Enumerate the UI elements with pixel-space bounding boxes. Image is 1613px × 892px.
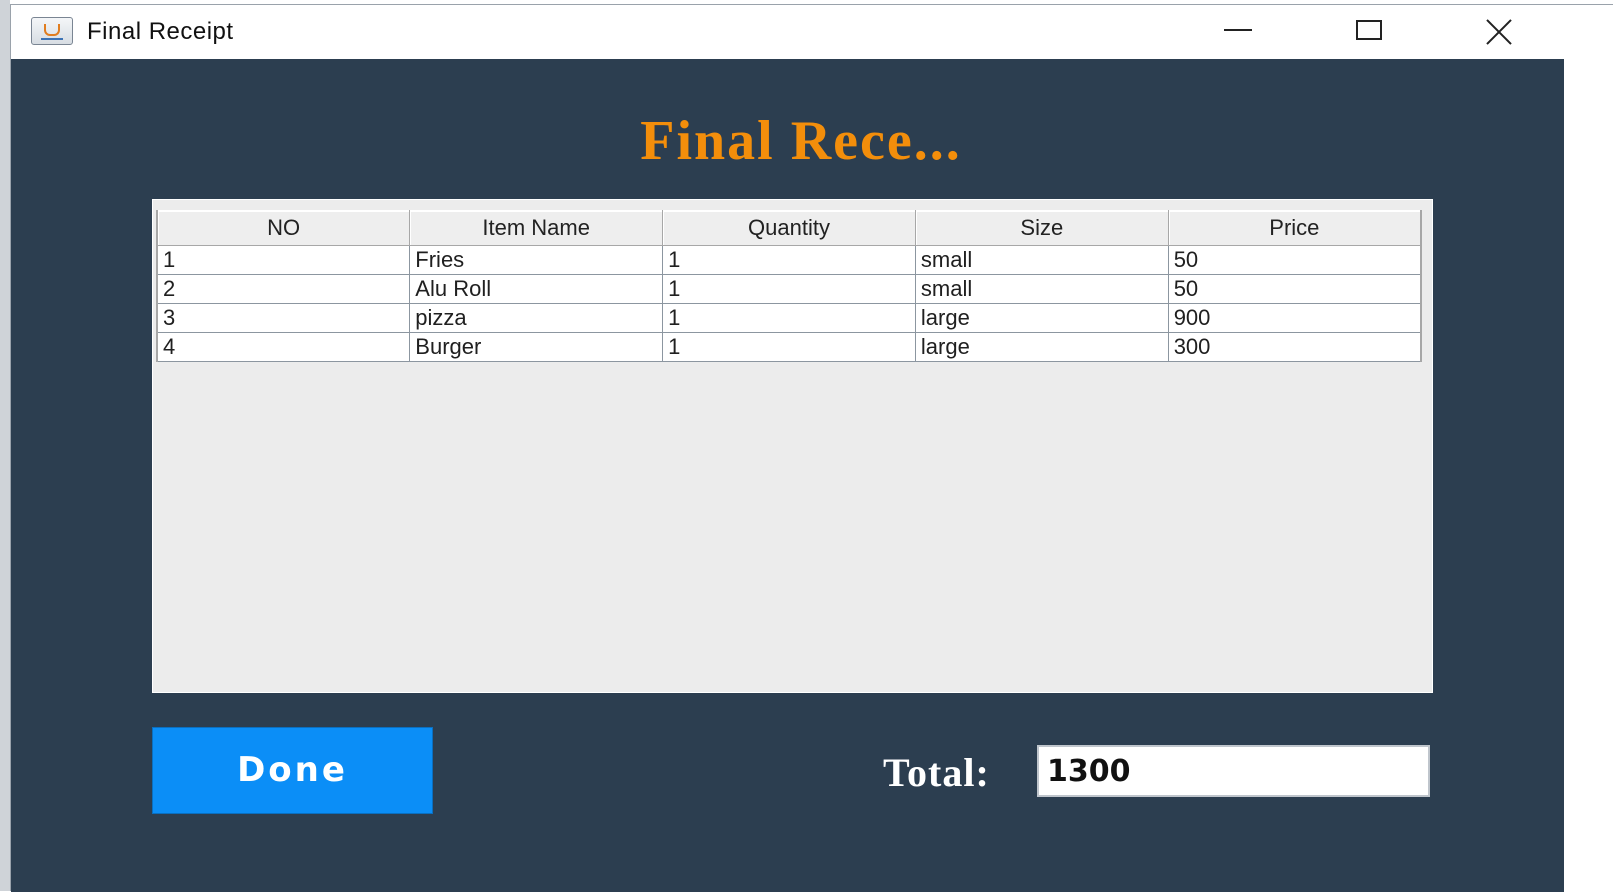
cell-price[interactable]: 900 xyxy=(1167,303,1422,333)
done-button[interactable]: Done xyxy=(152,727,433,814)
column-header-no[interactable]: NO xyxy=(156,210,411,246)
cell-size[interactable]: large xyxy=(914,332,1169,362)
close-icon xyxy=(1484,17,1514,47)
table-row[interactable]: 3 pizza 1 large 900 xyxy=(156,303,1422,333)
cell-quantity[interactable]: 1 xyxy=(662,245,916,275)
table-row[interactable]: 2 Alu Roll 1 small 50 xyxy=(156,274,1422,304)
cell-no[interactable]: 3 xyxy=(156,303,411,333)
cell-item-name[interactable]: Burger xyxy=(409,332,664,362)
maximize-icon xyxy=(1356,20,1382,40)
table-header-row: NO Item Name Quantity Size Price xyxy=(156,210,1422,246)
close-button[interactable] xyxy=(1434,5,1564,59)
table-row[interactable]: 4 Burger 1 large 300 xyxy=(156,332,1422,362)
minimize-icon xyxy=(1224,29,1252,31)
final-receipt-window: Final Receipt Final Rece... NO Item Name… xyxy=(10,4,1613,892)
total-label: Total: xyxy=(883,750,990,795)
receipt-heading: Final Rece... xyxy=(640,110,962,172)
cell-size[interactable]: small xyxy=(914,274,1169,304)
title-bar[interactable]: Final Receipt xyxy=(11,5,1613,59)
java-cup-icon[interactable] xyxy=(31,17,73,45)
cell-price[interactable]: 50 xyxy=(1167,274,1422,304)
cell-no[interactable]: 4 xyxy=(156,332,411,362)
cell-no[interactable]: 1 xyxy=(156,245,411,275)
cell-size[interactable]: small xyxy=(914,245,1169,275)
column-header-quantity[interactable]: Quantity xyxy=(662,210,916,246)
total-field[interactable] xyxy=(1037,745,1430,797)
column-header-size[interactable]: Size xyxy=(914,210,1169,246)
cell-item-name[interactable]: Fries xyxy=(409,245,664,275)
receipt-table-scroll-pane[interactable]: NO Item Name Quantity Size Price 1 Fries… xyxy=(152,199,1433,693)
cell-quantity[interactable]: 1 xyxy=(662,303,916,333)
cell-item-name[interactable]: pizza xyxy=(409,303,664,333)
cell-quantity[interactable]: 1 xyxy=(662,332,916,362)
column-header-item-name[interactable]: Item Name xyxy=(409,210,664,246)
column-header-price[interactable]: Price xyxy=(1167,210,1422,246)
cell-price[interactable]: 50 xyxy=(1167,245,1422,275)
window-title: Final Receipt xyxy=(87,18,234,45)
cell-price[interactable]: 300 xyxy=(1167,332,1422,362)
minimize-button[interactable] xyxy=(1174,5,1304,59)
cell-no[interactable]: 2 xyxy=(156,274,411,304)
table-row[interactable]: 1 Fries 1 small 50 xyxy=(156,245,1422,275)
cell-quantity[interactable]: 1 xyxy=(662,274,916,304)
desktop-background xyxy=(0,0,10,891)
receipt-content-panel: Final Rece... NO Item Name Quantity Size… xyxy=(11,59,1564,892)
receipt-table[interactable]: NO Item Name Quantity Size Price 1 Fries… xyxy=(156,210,1422,362)
cell-item-name[interactable]: Alu Roll xyxy=(409,274,664,304)
maximize-button[interactable] xyxy=(1304,5,1434,59)
cell-size[interactable]: large xyxy=(914,303,1169,333)
